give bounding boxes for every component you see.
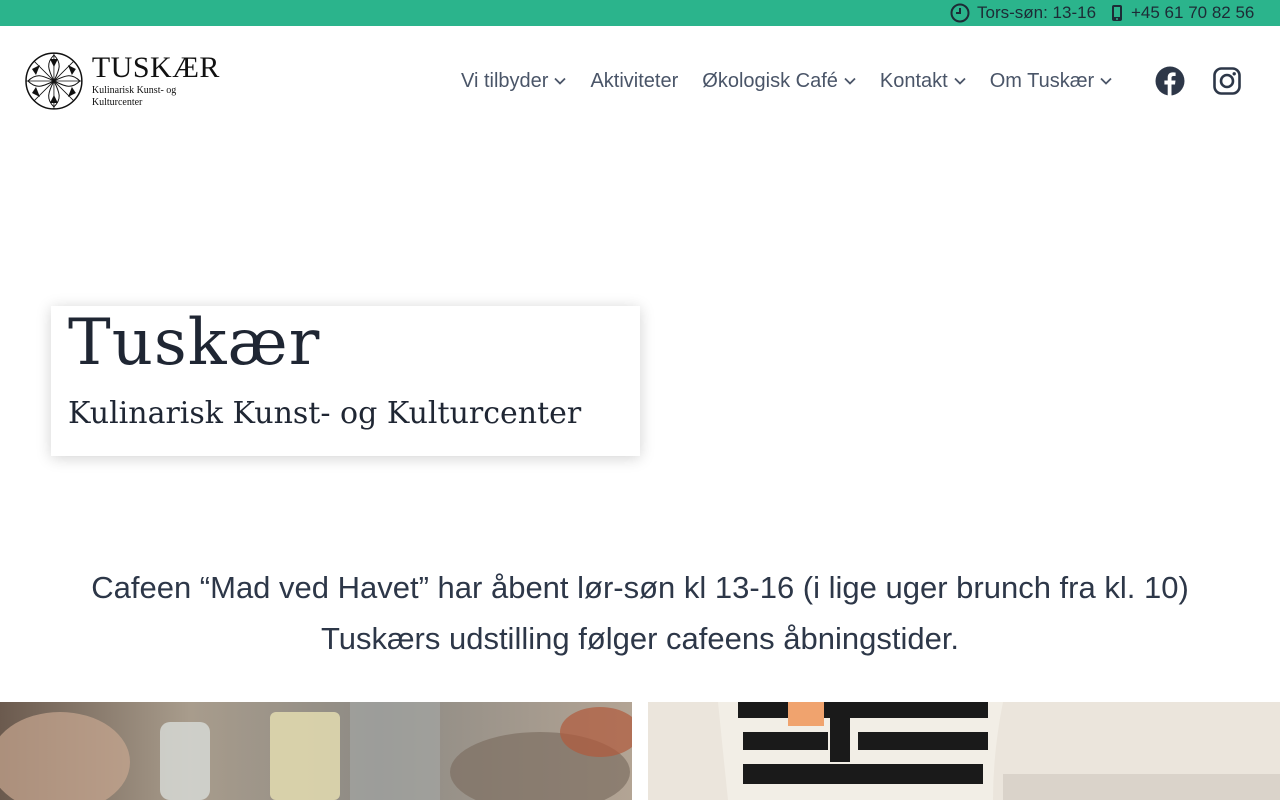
opening-notice: Cafeen “Mad ved Havet” har åbent lør-søn…	[0, 562, 1280, 664]
opening-hours-text: Tors-søn: 13-16	[977, 3, 1097, 22]
top-info-bar: Tors-søn: 13-16 +45 61 70 82 56	[0, 0, 1280, 26]
ceramic-vase-photo	[648, 702, 1280, 800]
logo-mark-icon	[25, 52, 83, 110]
facebook-link[interactable]	[1155, 66, 1185, 96]
facebook-icon	[1155, 66, 1185, 96]
hero-card: Tuskær Kulinarisk Kunst- og Kulturcenter	[51, 306, 640, 456]
nav-item-label: Økologisk Café	[702, 69, 838, 92]
nav-item-label: Vi tilbyder	[461, 69, 549, 92]
opening-hours: Tors-søn: 13-16	[950, 0, 1096, 26]
logo-subtitle: Kulinarisk Kunst- og Kulturcenter	[91, 85, 177, 108]
main-navigation: Vi tilbyder Aktiviteter Økologisk Café K…	[461, 68, 1136, 94]
notice-line-exhibition: Tuskærs udstilling følger cafeens åbning…	[320, 621, 960, 656]
phone-number[interactable]: +45 61 70 82 56	[1110, 0, 1254, 26]
phone-number-text[interactable]: +45 61 70 82 56	[1131, 3, 1254, 23]
instagram-link[interactable]	[1212, 66, 1242, 96]
nav-item-label: Om Tuskær	[989, 69, 1095, 92]
logo-title: TUSKÆR	[91, 51, 220, 84]
nav-item-vi-tilbyder[interactable]: Vi tilbyder	[461, 69, 567, 93]
chevron-down-icon	[954, 77, 966, 85]
nav-item-om-tuskaer[interactable]: Om Tuskær	[990, 70, 1112, 93]
chevron-down-icon	[1100, 77, 1112, 85]
cafe-table-image	[0, 702, 632, 800]
hero-subtitle: Kulinarisk Kunst- og Kulturcenter	[68, 396, 582, 431]
cafe-table-photo	[0, 702, 632, 800]
nav-item-label: Aktiviteter	[590, 69, 679, 92]
ceramic-vase-image	[648, 702, 1280, 800]
hero-title: Tuskær	[68, 306, 321, 380]
nav-item-kontakt[interactable]: Kontakt	[880, 70, 966, 93]
nav-item-okologisk-cafe[interactable]: Økologisk Café	[702, 70, 856, 93]
nav-item-aktiviteter[interactable]: Aktiviteter	[590, 70, 678, 93]
site-header: TUSKÆR Kulinarisk Kunst- og Kulturcenter…	[0, 26, 1280, 136]
instagram-icon	[1213, 67, 1241, 95]
notice-line-cafe: Cafeen “Mad ved Havet” har åbent lør-søn…	[91, 570, 1189, 605]
clock-icon	[950, 3, 970, 23]
nav-item-label: Kontakt	[879, 69, 948, 92]
site-logo[interactable]: TUSKÆR Kulinarisk Kunst- og Kulturcenter	[24, 50, 229, 112]
logo-text: TUSKÆR Kulinarisk Kunst- og Kulturcenter	[92, 53, 229, 109]
mobile-phone-icon	[1112, 5, 1122, 21]
chevron-down-icon	[554, 77, 567, 85]
chevron-down-icon	[844, 77, 856, 85]
